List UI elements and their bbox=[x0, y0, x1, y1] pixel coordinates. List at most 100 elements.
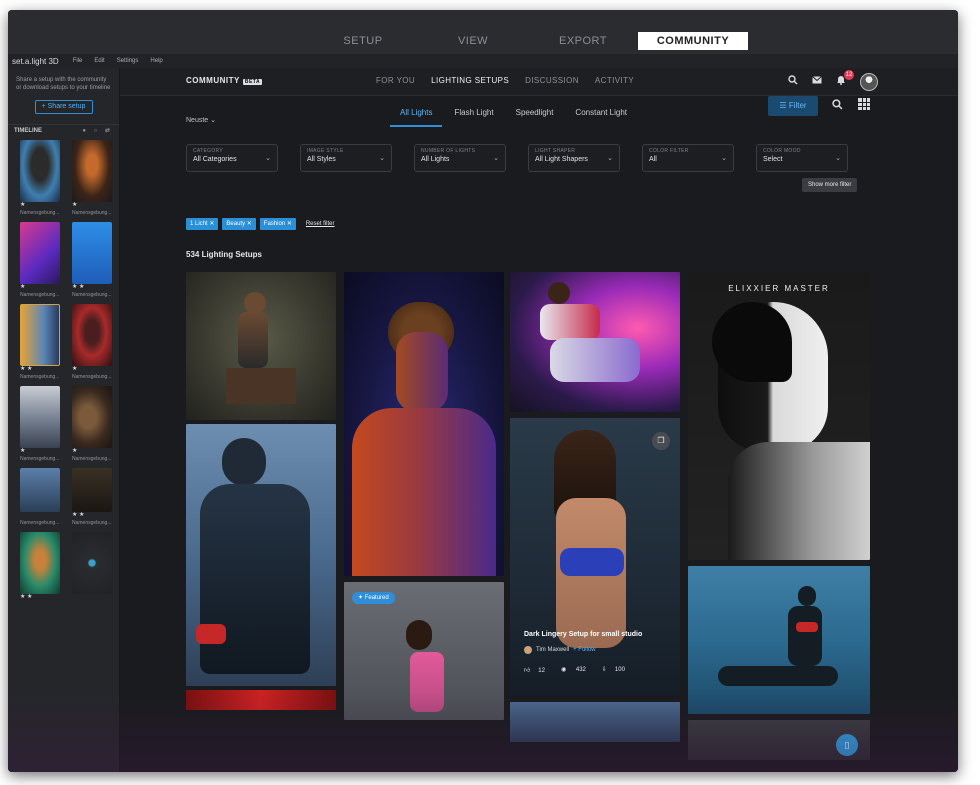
timeline-controls-icon[interactable]: ● ○ ⇄ bbox=[82, 127, 113, 134]
timeline-rating: ★ bbox=[72, 448, 78, 454]
timeline-item[interactable]: ★ Namensgebung... bbox=[72, 386, 116, 464]
grid-search-icon[interactable] bbox=[832, 99, 843, 113]
tab-community[interactable]: COMMUNITY bbox=[638, 32, 748, 50]
thumbs-up-icon: 👍︎ bbox=[524, 668, 531, 674]
sort-dropdown[interactable]: Neuste ⌄ bbox=[186, 116, 216, 124]
filter-chip[interactable]: Fashion ✕ bbox=[259, 218, 296, 230]
tab-export[interactable]: EXPORT bbox=[528, 32, 638, 50]
timeline-thumbnail bbox=[20, 304, 60, 366]
tab-constant-light[interactable]: Constant Light bbox=[565, 108, 637, 127]
timeline-label: Namensgebung... bbox=[20, 456, 60, 462]
setup-card[interactable]: ELIXXIER MASTER bbox=[688, 272, 870, 560]
likes-count: 12 bbox=[538, 668, 545, 674]
setup-card[interactable] bbox=[510, 702, 680, 742]
tab-flash-light[interactable]: Flash Light bbox=[444, 108, 503, 127]
likes-stat[interactable]: 👍︎ 12 bbox=[524, 666, 553, 674]
tab-for-you[interactable]: FOR YOU bbox=[376, 76, 415, 85]
share-setup-button[interactable]: + Share setup bbox=[34, 100, 93, 114]
follow-label: Follow bbox=[578, 647, 596, 653]
bookmark-icon[interactable]: ❒ bbox=[652, 432, 670, 450]
chevron-down-icon: ⌄ bbox=[607, 155, 613, 162]
light-shaper-select[interactable]: LIGHT SHAPER All Light Shapers ⌄ bbox=[528, 144, 620, 172]
tab-activity[interactable]: ACTIVITY bbox=[595, 76, 634, 85]
download-icon: ⇩ bbox=[601, 667, 607, 673]
timeline-item[interactable]: Namensgebung... bbox=[20, 468, 64, 528]
setup-card[interactable] bbox=[186, 690, 336, 710]
timeline-item[interactable]: ★ Namensgebung... bbox=[72, 304, 116, 382]
scroll-top-button[interactable]: ▯ bbox=[836, 734, 858, 756]
setup-card[interactable] bbox=[510, 272, 680, 412]
card-image bbox=[226, 368, 296, 404]
close-icon[interactable]: ✕ bbox=[287, 221, 292, 227]
card-stats: 👍︎ 12 ◉ 432 ⇩ 100 bbox=[524, 666, 641, 674]
search-icon[interactable] bbox=[786, 75, 800, 89]
active-filter-chips: 1 Licht ✕ Beauty ✕ Fashion ✕ Reset filte… bbox=[186, 218, 335, 230]
notification-bell-icon[interactable]: 12 bbox=[834, 70, 854, 89]
timeline-item[interactable]: ★ Namensgebung... bbox=[20, 386, 64, 464]
chevron-down-icon: ⌄ bbox=[721, 155, 727, 162]
timeline-item[interactable]: ★ Namensgebung... bbox=[20, 140, 64, 218]
timeline-item[interactable]: ★ ★ bbox=[20, 532, 64, 610]
tab-speedlight[interactable]: Speedlight bbox=[506, 108, 564, 127]
timeline-label bbox=[20, 601, 64, 610]
sliders-icon: ☰ bbox=[779, 101, 789, 110]
tab-view[interactable]: VIEW bbox=[418, 32, 528, 50]
select-value: Select bbox=[763, 156, 783, 163]
timeline-label: Namensgebung... bbox=[72, 292, 112, 298]
filter-chip[interactable]: 1 Licht ✕ bbox=[186, 218, 219, 230]
timeline-item[interactable]: ★ Namensgebung... bbox=[20, 222, 64, 300]
setup-card[interactable]: ❒ Dark Lingery Setup for small studio Ti… bbox=[510, 418, 680, 696]
downloads-stat: ⇩ 100 bbox=[602, 666, 633, 674]
grid-view-icon[interactable] bbox=[858, 98, 870, 110]
tab-all-lights[interactable]: All Lights bbox=[390, 108, 443, 127]
share-description: Share a setup with the community or down… bbox=[16, 77, 111, 91]
select-value: All Styles bbox=[307, 156, 336, 163]
mail-icon[interactable] bbox=[810, 75, 824, 89]
color-mood-select[interactable]: COLOR MOOD Select ⌄ bbox=[756, 144, 848, 172]
close-icon[interactable]: ✕ bbox=[209, 221, 214, 227]
filter-button[interactable]: ☰ Filter bbox=[768, 96, 818, 116]
card-image bbox=[200, 484, 310, 674]
timeline-thumbnail bbox=[72, 386, 112, 448]
setup-card[interactable]: ✦ Featured bbox=[344, 582, 504, 720]
setup-card[interactable] bbox=[344, 272, 504, 576]
card-image bbox=[550, 338, 640, 382]
tab-setup[interactable]: SETUP bbox=[308, 32, 418, 50]
menu-file[interactable]: File bbox=[73, 58, 83, 64]
category-select[interactable]: CATEGORY All Categories ⌄ bbox=[186, 144, 278, 172]
filter-chip[interactable]: Beauty ✕ bbox=[222, 218, 256, 230]
follow-link[interactable]: + Follow bbox=[573, 647, 596, 653]
select-caption: COLOR MOOD bbox=[763, 148, 801, 154]
show-more-filter-button[interactable]: Show more filter bbox=[802, 178, 858, 192]
author-name[interactable]: Tim Maxwell bbox=[536, 647, 569, 653]
timeline-rating: ★ bbox=[72, 202, 78, 208]
setup-card[interactable] bbox=[688, 566, 870, 714]
color-filter-select[interactable]: COLOR FILTER All ⌄ bbox=[642, 144, 734, 172]
timeline-item[interactable]: ★ ★ Namensgebung... bbox=[20, 304, 64, 382]
reset-filter-link[interactable]: Reset filter bbox=[306, 221, 335, 227]
timeline-item[interactable]: ★ Namensgebung... bbox=[72, 140, 116, 218]
timeline-label: Namensgebung... bbox=[20, 374, 60, 380]
close-icon[interactable]: ✕ bbox=[247, 221, 252, 227]
card-author: Tim Maxwell + Follow bbox=[524, 646, 596, 654]
timeline-thumbnail bbox=[72, 304, 112, 366]
menu-edit[interactable]: Edit bbox=[94, 58, 104, 64]
timeline-item[interactable]: ★ ★ Namensgebung... bbox=[72, 222, 116, 300]
setup-card[interactable] bbox=[186, 272, 336, 420]
timeline-thumbnails: ★ Namensgebung... ★ Namensgebung... ★ Na… bbox=[8, 136, 119, 610]
author-avatar[interactable] bbox=[524, 646, 532, 654]
setup-card[interactable] bbox=[186, 424, 336, 686]
card-image bbox=[406, 620, 432, 650]
select-value: All Light Shapers bbox=[535, 156, 588, 163]
top-bar: SETUP VIEW EXPORT COMMUNITY set.a.light … bbox=[8, 10, 958, 68]
number-of-lights-select[interactable]: NUMBER OF LIGHTS All Lights ⌄ bbox=[414, 144, 506, 172]
image-style-select[interactable]: IMAGE STYLE All Styles ⌄ bbox=[300, 144, 392, 172]
tab-discussion[interactable]: DISCUSSION bbox=[525, 76, 579, 85]
menu-settings[interactable]: Settings bbox=[117, 58, 139, 64]
tab-lighting-setups[interactable]: LIGHTING SETUPS bbox=[431, 76, 509, 85]
timeline-item[interactable] bbox=[72, 532, 116, 610]
user-avatar[interactable] bbox=[860, 73, 878, 91]
menu-help[interactable]: Help bbox=[150, 58, 162, 64]
card-image bbox=[548, 282, 570, 304]
timeline-item[interactable]: ★ ★ Namensgebung... bbox=[72, 468, 116, 528]
